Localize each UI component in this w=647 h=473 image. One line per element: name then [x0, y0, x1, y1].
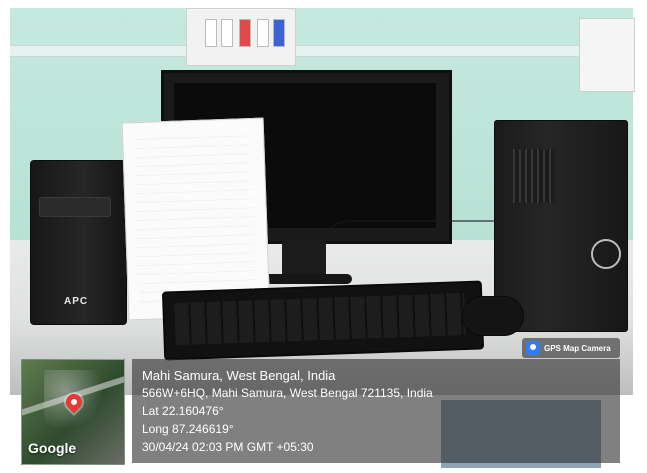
- ups: APC: [30, 160, 127, 325]
- ups-logo: APC: [64, 296, 89, 307]
- map-brand: Google: [28, 440, 77, 456]
- address: 566W+6HQ, Mahi Samura, West Bengal 72113…: [142, 386, 433, 400]
- longitude: Long 87.246619°: [142, 422, 234, 436]
- place-name: Mahi Samura, West Bengal, India: [142, 368, 336, 383]
- gps-map-camera-badge: GPS Map Camera: [522, 338, 620, 358]
- keyboard: [161, 280, 485, 361]
- switchboard: [186, 8, 296, 66]
- map-thumbnail: Google: [21, 359, 125, 465]
- latitude: Lat 22.160476°: [142, 404, 224, 418]
- tower-vent: [513, 149, 555, 203]
- switch: [239, 19, 251, 47]
- gps-overlay: Mahi Samura, West Bengal, India 566W+6HQ…: [132, 359, 620, 463]
- camera-icon: [526, 341, 540, 355]
- mouse: [462, 296, 524, 336]
- switch: [273, 19, 285, 47]
- datetime: 30/04/24 02:03 PM GMT +05:30: [142, 440, 314, 454]
- switch: [205, 19, 217, 47]
- switchboard: [579, 18, 635, 92]
- photo: APC GPS Map Camera Google Mahi Samura, W…: [0, 0, 647, 473]
- ups-panel: [39, 197, 111, 217]
- gps-badge-label: GPS Map Camera: [544, 343, 611, 353]
- switch: [221, 19, 233, 47]
- wall-trim: [10, 45, 633, 57]
- tower-logo: [591, 239, 621, 269]
- switch: [257, 19, 269, 47]
